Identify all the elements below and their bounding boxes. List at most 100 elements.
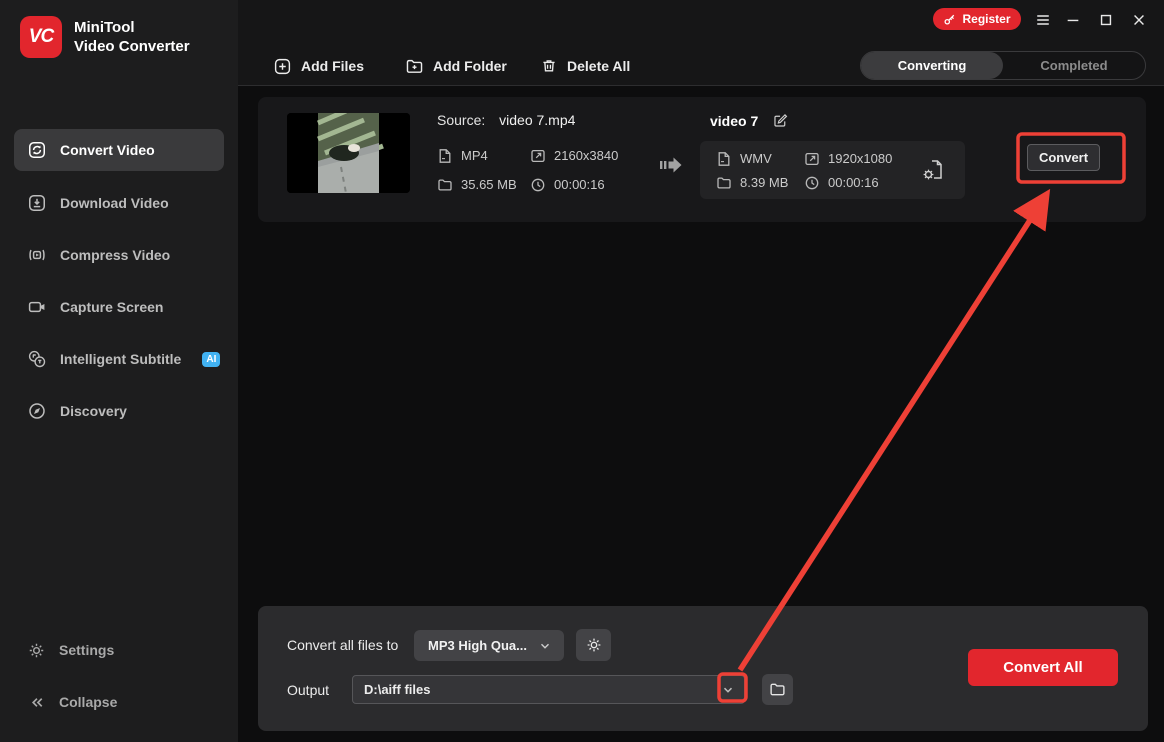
forward-arrow-icon xyxy=(660,157,682,173)
intelligent-subtitle-icon xyxy=(28,350,46,368)
compress-video-icon xyxy=(29,249,45,261)
queue-tabs: Converting Completed xyxy=(860,51,1146,80)
vc-logo-icon: VC xyxy=(20,16,62,58)
add-folder-button[interactable]: Add Folder xyxy=(405,52,507,80)
video-thumbnail xyxy=(287,113,410,193)
output-path-value: D:\aiff files xyxy=(364,682,431,697)
discovery-icon xyxy=(29,403,45,419)
sidebar-item-capture-screen[interactable]: Capture Screen xyxy=(14,286,224,328)
resolution-icon xyxy=(531,149,545,163)
source-label: Source: xyxy=(437,112,486,128)
add-files-button[interactable]: Add Files xyxy=(273,52,364,80)
sidebar-item-settings[interactable]: Settings xyxy=(27,636,114,664)
target-format: WMV xyxy=(716,151,772,167)
output-path-field[interactable]: D:\aiff files xyxy=(352,675,745,704)
target-format-value: WMV xyxy=(740,151,772,166)
thumbnail-image xyxy=(287,113,410,193)
sidebar-item-label: Compress Video xyxy=(60,247,171,263)
minimize-button[interactable] xyxy=(1064,11,1082,29)
capture-screen-icon xyxy=(28,301,45,313)
gear-icon xyxy=(587,638,600,652)
target-title-row: video 7 xyxy=(710,112,789,129)
convert-all-files-to-label: Convert all files to xyxy=(287,637,399,653)
source-size: 35.65 MB xyxy=(437,177,517,193)
delete-all-button[interactable]: Delete All xyxy=(540,52,630,80)
sidebar-item-label: Convert Video xyxy=(60,142,155,158)
key-icon xyxy=(944,14,955,25)
source-format: MP4 xyxy=(437,148,488,164)
main-area: Add Files Add Folder Delete All Converti… xyxy=(238,0,1164,742)
format-value: MP3 High Qua... xyxy=(428,638,527,653)
task-row: Source: video 7.mp4 MP4 2160x3840 35.65 … xyxy=(258,97,1146,222)
trash-icon xyxy=(543,60,555,72)
sidebar-item-convert-video[interactable]: Convert Video xyxy=(14,129,224,171)
target-name: video 7 xyxy=(710,112,759,129)
target-resolution-value: 1920x1080 xyxy=(828,151,893,166)
sidebar: VC MiniTool Video Converter Convert Vide… xyxy=(0,0,238,742)
add-folder-label: Add Folder xyxy=(433,58,507,74)
target-size: 8.39 MB xyxy=(716,175,788,191)
hamburger-icon xyxy=(1037,15,1049,25)
maximize-button[interactable] xyxy=(1097,11,1115,29)
source-resolution-value: 2160x3840 xyxy=(554,148,619,163)
folder-icon xyxy=(717,177,731,189)
target-size-value: 8.39 MB xyxy=(740,175,789,190)
app-title-line2: Video Converter xyxy=(74,38,190,55)
add-folder-icon xyxy=(406,59,423,73)
format-settings-button[interactable] xyxy=(576,629,611,661)
output-history-chevron-icon[interactable] xyxy=(720,682,736,698)
source-duration-value: 00:00:16 xyxy=(554,177,605,192)
bottom-panel: Convert all files to MP3 High Qua... Out… xyxy=(258,606,1148,731)
ai-badge: AI xyxy=(202,351,221,367)
convert-button[interactable]: Convert xyxy=(1027,144,1100,171)
close-button[interactable] xyxy=(1130,11,1148,29)
add-files-label: Add Files xyxy=(301,58,365,74)
app-window: VC MiniTool Video Converter Convert Vide… xyxy=(0,0,1164,742)
add-files-plus-icon xyxy=(274,58,291,74)
source-line: Source: video 7.mp4 xyxy=(437,112,575,128)
sidebar-item-label: Download Video xyxy=(60,195,169,211)
file-settings-icon[interactable] xyxy=(919,157,945,183)
folder-icon xyxy=(770,683,785,696)
sidebar-item-label: Intelligent Subtitle xyxy=(60,351,182,367)
sidebar-item-compress-video[interactable]: Compress Video xyxy=(14,234,224,276)
target-duration-value: 00:00:16 xyxy=(828,175,879,190)
clock-icon xyxy=(531,178,545,192)
source-format-value: MP4 xyxy=(461,148,488,163)
settings-label: Settings xyxy=(59,642,115,658)
source-size-value: 35.65 MB xyxy=(461,177,517,192)
convert-video-icon xyxy=(29,142,45,158)
sidebar-item-discovery[interactable]: Discovery xyxy=(14,390,224,432)
source-resolution: 2160x3840 xyxy=(530,148,618,164)
menu-button[interactable] xyxy=(1034,11,1052,29)
source-filename: video 7.mp4 xyxy=(499,112,576,128)
sidebar-item-label: Capture Screen xyxy=(60,299,164,315)
minimize-icon xyxy=(1067,19,1079,22)
file-format-icon xyxy=(439,149,451,163)
folder-icon xyxy=(438,179,452,191)
close-icon xyxy=(1134,15,1144,25)
register-button[interactable]: Register xyxy=(933,8,1021,30)
settings-gear-icon xyxy=(29,643,44,657)
output-format-dropdown[interactable]: MP3 High Qua... xyxy=(414,630,564,661)
register-label: Register xyxy=(962,12,1011,26)
tab-completed[interactable]: Completed xyxy=(1003,52,1145,79)
convert-all-button[interactable]: Convert All xyxy=(968,649,1118,686)
sidebar-item-download-video[interactable]: Download Video xyxy=(14,182,224,224)
target-info-panel: WMV 1920x1080 8.39 MB 00:00:16 xyxy=(700,141,965,199)
header-bar: Add Files Add Folder Delete All Converti… xyxy=(238,0,1164,86)
output-label: Output xyxy=(287,682,330,698)
sidebar-item-collapse[interactable]: Collapse xyxy=(27,688,117,716)
chevron-down-icon xyxy=(541,643,549,649)
file-format-icon xyxy=(718,152,730,166)
edit-icon[interactable] xyxy=(772,112,789,129)
delete-all-label: Delete All xyxy=(567,58,631,74)
maximize-icon xyxy=(1100,14,1112,26)
app-logo: VC MiniTool Video Converter xyxy=(20,16,190,58)
browse-folder-button[interactable] xyxy=(762,674,793,705)
clock-icon xyxy=(805,176,819,190)
sidebar-item-label: Discovery xyxy=(60,403,127,419)
sidebar-item-intelligent-subtitle[interactable]: Intelligent Subtitle AI xyxy=(14,338,224,380)
resolution-icon xyxy=(805,152,819,166)
tab-converting[interactable]: Converting xyxy=(861,52,1003,79)
